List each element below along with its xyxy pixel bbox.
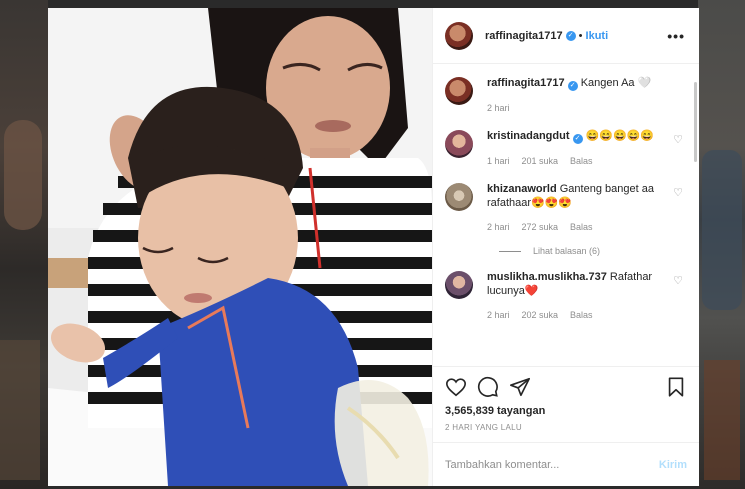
comment-time[interactable]: 2 hari: [487, 220, 510, 234]
reply-button[interactable]: Balas: [570, 308, 593, 322]
reply-button[interactable]: Balas: [570, 154, 593, 168]
verified-badge-icon: ✓: [572, 134, 583, 144]
bookmark-icon[interactable]: [665, 376, 687, 398]
comment-icon[interactable]: [477, 376, 499, 398]
post-modal: raffinagita1717 ✓ • Ikuti ••• raffinagit…: [48, 8, 699, 486]
post-date[interactable]: 2 HARI YANG LALU: [445, 423, 687, 432]
comments-scrollbar[interactable]: [694, 82, 697, 162]
post-side-panel: raffinagita1717 ✓ • Ikuti ••• raffinagit…: [432, 8, 699, 486]
post-actions: 3,565,839 tayangan 2 HARI YANG LALU: [433, 366, 699, 432]
commenter-username[interactable]: khizanaworld: [487, 183, 557, 195]
caption-text: Kangen Aa 🤍: [580, 77, 652, 89]
view-replies-button[interactable]: Lihat balasan (6): [499, 246, 685, 256]
heart-icon[interactable]: [445, 376, 467, 398]
caption-username[interactable]: raffinagita1717: [487, 77, 565, 89]
comment-text: 😄😄😄😄😄: [585, 130, 655, 142]
post-video[interactable]: [48, 8, 432, 486]
commenter-avatar[interactable]: [445, 130, 473, 158]
comment-item: muslikha.muslikha.737 Rafathar lucunya❤️…: [445, 270, 685, 322]
comment-time[interactable]: 2 hari: [487, 308, 510, 322]
reply-button[interactable]: Balas: [570, 220, 593, 234]
share-icon[interactable]: [509, 376, 531, 398]
comment-item: kristinadangdut ✓ 😄😄😄😄😄 1 hari 201 suka B…: [445, 129, 685, 168]
owner-username[interactable]: raffinagita1717: [485, 30, 563, 42]
commenter-avatar[interactable]: [445, 183, 473, 211]
commenter-username[interactable]: kristinadangdut: [487, 130, 570, 142]
comment-likes[interactable]: 201 suka: [522, 154, 559, 168]
comment-likes[interactable]: 272 suka: [522, 220, 559, 234]
heart-outline-icon[interactable]: ♡: [671, 133, 685, 168]
view-count[interactable]: 3,565,839 tayangan: [445, 405, 687, 417]
commenter-username[interactable]: muslikha.muslikha.737: [487, 271, 607, 283]
background-feed-right: [698, 0, 745, 489]
comments-list[interactable]: raffinagita1717 ✓ Kangen Aa 🤍 2 hari kris…: [433, 64, 699, 366]
follow-button[interactable]: Ikuti: [586, 30, 609, 42]
comment-composer: Kirim: [433, 442, 699, 486]
separator-dot: •: [578, 29, 583, 42]
verified-badge-icon: ✓: [565, 30, 576, 41]
verified-badge-icon: ✓: [567, 81, 578, 91]
background-feed-left: [0, 0, 48, 489]
comment-time[interactable]: 1 hari: [487, 154, 510, 168]
send-button[interactable]: Kirim: [659, 459, 687, 471]
comment-likes[interactable]: 202 suka: [522, 308, 559, 322]
caption-avatar[interactable]: [445, 77, 473, 105]
comment-input[interactable]: [445, 458, 659, 471]
more-options-icon[interactable]: •••: [667, 28, 685, 44]
view-replies-line: [499, 250, 521, 252]
owner-avatar[interactable]: [445, 21, 473, 50]
post-header: raffinagita1717 ✓ • Ikuti •••: [433, 8, 699, 64]
comment-item: khizanaworld Ganteng banget aa rafathaar…: [445, 182, 685, 234]
heart-outline-icon[interactable]: ♡: [671, 274, 685, 322]
caption-time[interactable]: 2 hari: [487, 101, 510, 115]
heart-outline-icon[interactable]: ♡: [671, 186, 685, 234]
view-replies-label: Lihat balasan (6): [533, 246, 601, 256]
commenter-avatar[interactable]: [445, 271, 473, 299]
caption: raffinagita1717 ✓ Kangen Aa 🤍 2 hari: [445, 76, 685, 115]
video-frame: [48, 8, 432, 486]
